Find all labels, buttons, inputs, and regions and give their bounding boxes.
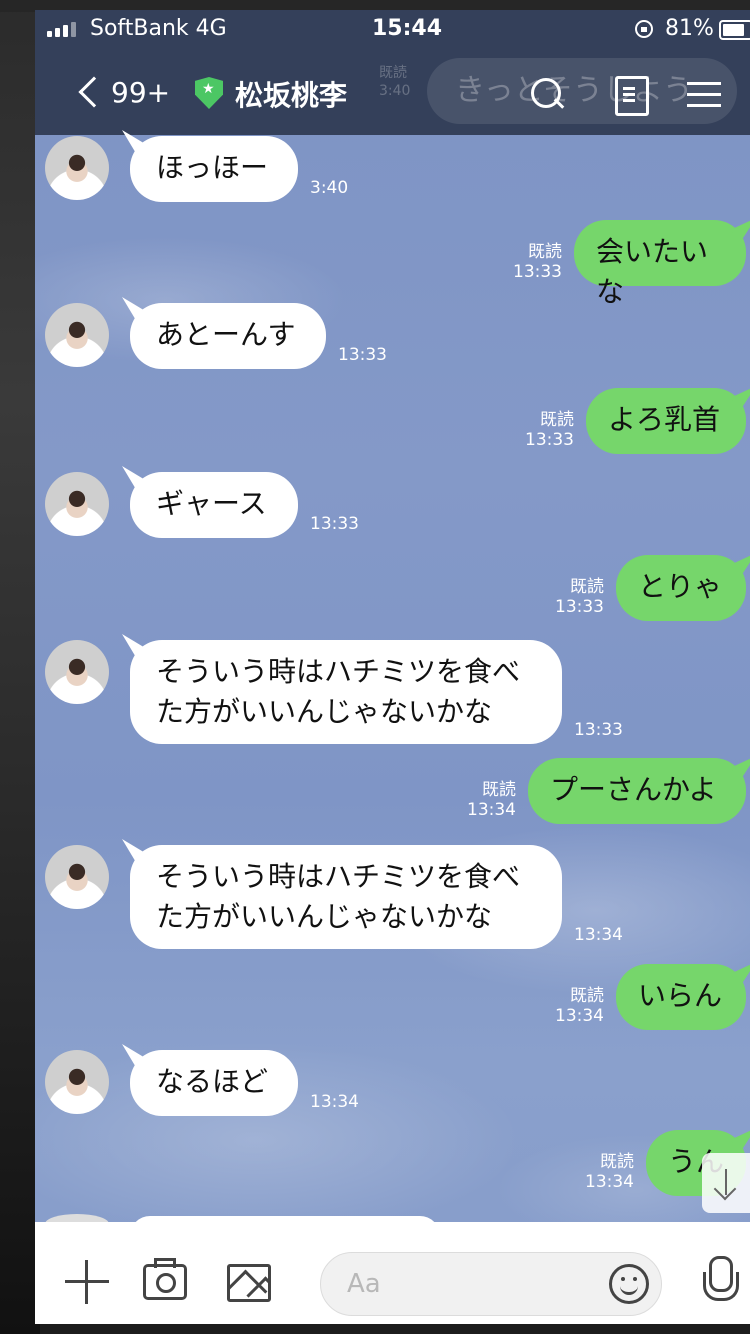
battery-percent: 81% — [665, 16, 714, 41]
message-time: 13:33 — [513, 262, 562, 282]
chat-title: 松坂桃李 — [235, 79, 348, 112]
ghost-read-time: 既読 3:40 — [379, 65, 411, 99]
avatar[interactable] — [45, 303, 109, 367]
scroll-down-button[interactable] — [702, 1153, 750, 1213]
message-time: 3:40 — [310, 178, 349, 198]
read-receipt: 既読 13:33 — [525, 410, 574, 450]
read-receipt: 既読 13:33 — [513, 242, 562, 282]
avatar[interactable] — [45, 472, 109, 536]
avatar[interactable] — [45, 640, 109, 704]
note-icon[interactable] — [609, 72, 653, 116]
message-bubble[interactable]: プーさんかよ — [528, 758, 746, 824]
image-icon[interactable] — [227, 1264, 271, 1302]
read-receipt: 既読 13:33 — [555, 577, 604, 617]
carrier-label: SoftBank 4G — [90, 16, 227, 41]
message-input-placeholder: Aa — [347, 1269, 381, 1299]
search-icon[interactable] — [525, 72, 569, 116]
read-label: 既読 — [570, 986, 604, 1006]
message-bubble[interactable]: いらん — [616, 964, 746, 1030]
line-chat-screen: SoftBank 4G 15:44 81% 既読 3:40 きっとそうしよう 9… — [35, 10, 750, 1324]
read-receipt: 既読 13:34 — [585, 1152, 634, 1192]
message-time: 13:34 — [555, 1006, 604, 1026]
menu-icon[interactable] — [685, 72, 729, 116]
status-time: 15:44 — [372, 16, 443, 41]
read-label: 既読 — [528, 242, 562, 262]
message-time: 13:34 — [467, 800, 516, 820]
message-bubble[interactable]: ほっほー — [130, 136, 298, 202]
message-bubble[interactable]: あとーんす — [130, 303, 326, 369]
message-bubble[interactable]: よろ乳首 — [586, 388, 746, 454]
message-time: 13:33 — [525, 430, 574, 450]
signal-icon — [47, 22, 76, 37]
message-time: 13:33 — [338, 345, 387, 365]
camera-icon[interactable] — [143, 1258, 187, 1300]
read-receipt: 既読 13:34 — [467, 780, 516, 820]
read-label: 既読 — [570, 577, 604, 597]
background-edge — [0, 0, 40, 1334]
unread-count: 99+ — [111, 75, 171, 109]
read-label: 既読 — [540, 410, 574, 430]
plus-icon[interactable] — [65, 1260, 109, 1304]
emoji-icon[interactable] — [609, 1264, 649, 1304]
message-time: 13:34 — [585, 1172, 634, 1192]
message-bubble[interactable]: とりゃ — [616, 555, 746, 621]
avatar[interactable] — [45, 845, 109, 909]
back-button[interactable]: 99+ — [75, 70, 170, 114]
message-bubble[interactable]: そういう時はハチミツを食べ た方がいいんじゃないかな — [130, 640, 562, 744]
mic-icon[interactable] — [703, 1256, 739, 1312]
message-bubble[interactable]: そういう時はハチミツを食べ た方がいいんじゃないかな — [130, 845, 562, 949]
shield-star-icon — [195, 77, 223, 109]
message-bubble[interactable]: なるほど — [130, 1050, 298, 1116]
message-time: 13:34 — [310, 1092, 359, 1112]
avatar[interactable] — [45, 136, 109, 200]
chat-header: 既読 3:40 きっとそうしよう 99+ 松坂桃李 — [35, 50, 750, 135]
read-receipt: 既読 13:34 — [555, 986, 604, 1026]
message-time: 13:34 — [574, 925, 623, 945]
read-label: 既読 — [482, 780, 516, 800]
message-bubble[interactable]: 会いたいな — [574, 220, 746, 308]
rotation-lock-icon — [635, 20, 653, 38]
status-bar: SoftBank 4G 15:44 81% — [35, 10, 750, 50]
chevron-left-icon — [78, 76, 110, 108]
message-time: 13:33 — [555, 597, 604, 617]
input-bar: Aa — [35, 1222, 750, 1324]
message-time: 13:33 — [310, 514, 359, 534]
avatar[interactable] — [45, 1050, 109, 1114]
message-bubble[interactable]: ギャース — [130, 472, 298, 538]
message-time: 13:33 — [574, 720, 623, 740]
battery-icon — [719, 20, 750, 40]
read-label: 既読 — [600, 1152, 634, 1172]
